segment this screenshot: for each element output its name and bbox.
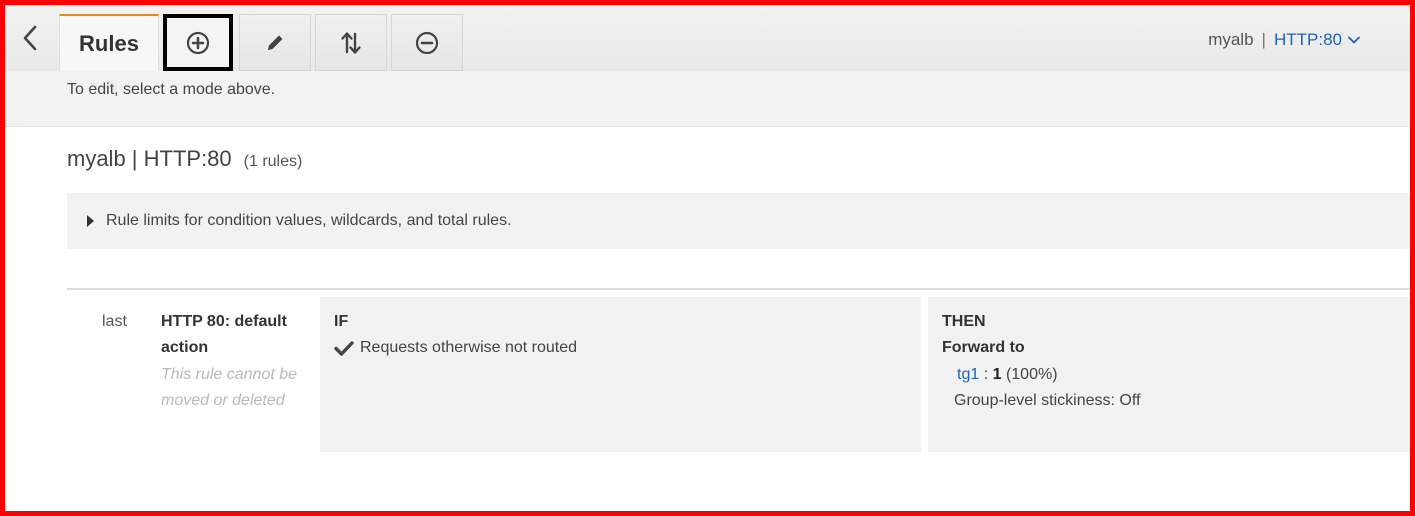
then-heading: THEN (942, 313, 986, 330)
target-group-link[interactable]: tg1 (957, 366, 979, 383)
listener-picker: myalb | HTTP:80 (1208, 30, 1360, 50)
rule-note: This rule cannot be moved or deleted (161, 366, 298, 409)
rule-conditions-panel: IF Requests otherwise not routed (320, 297, 921, 452)
rule-condition: Requests otherwise not routed (334, 339, 577, 357)
page-title: myalb | HTTP:80 (67, 146, 232, 171)
minus-circle-icon (415, 31, 439, 54)
target-group-percent: (100%) (1001, 366, 1058, 383)
divider (67, 288, 1410, 290)
plus-circle-icon (186, 31, 210, 54)
delete-rules-button[interactable] (391, 14, 463, 71)
rule-priority: last (102, 313, 127, 330)
rule-name: HTTP 80: default action (161, 313, 287, 356)
back-button[interactable] (5, 5, 55, 71)
listener-dropdown-label: HTTP:80 (1273, 30, 1342, 49)
target-group-line: tg1 : 1 (100%) (957, 366, 1058, 384)
reorder-rules-button[interactable] (315, 14, 387, 71)
sort-arrows-icon (341, 31, 361, 54)
rule-action: Forward to (942, 339, 1025, 356)
rule-count: (1 rules) (243, 153, 303, 170)
checkmark-icon (334, 341, 354, 356)
if-heading: IF (334, 313, 349, 330)
tab-rules-label: Rules (79, 31, 139, 56)
listener-separator: | (1261, 30, 1266, 49)
rules-toolbar: Rules myalb | HTTP:80 (5, 5, 1410, 72)
target-group-weight: 1 (992, 366, 1002, 383)
caret-right-icon (87, 215, 94, 227)
chevron-left-icon (23, 25, 37, 51)
rule-limits-label: Rule limits for condition values, wildca… (106, 212, 512, 229)
listener-dropdown[interactable]: HTTP:80 (1274, 30, 1360, 50)
chevron-down-icon (1348, 36, 1360, 44)
tab-rules[interactable]: Rules (59, 14, 159, 72)
rule-condition-text: Requests otherwise not routed (360, 339, 578, 356)
group-stickiness: Group-level stickiness: Off (954, 392, 1141, 409)
mode-hint-text: To edit, select a mode above. (67, 81, 276, 98)
load-balancer-name: myalb (1208, 30, 1254, 49)
pencil-icon (268, 35, 283, 50)
target-group-separator: : (979, 366, 993, 383)
rule-actions-panel: THEN Forward to tg1 : 1 (100%) Group-lev… (928, 297, 1410, 452)
edit-rules-button[interactable] (239, 14, 311, 71)
mode-hint-bar: To edit, select a mode above. (5, 71, 1410, 127)
add-rule-button[interactable] (163, 14, 233, 71)
rules-header: myalb | HTTP:80 (1 rules) (67, 146, 302, 172)
rule-limits-expander[interactable]: Rule limits for condition values, wildca… (67, 193, 1410, 249)
